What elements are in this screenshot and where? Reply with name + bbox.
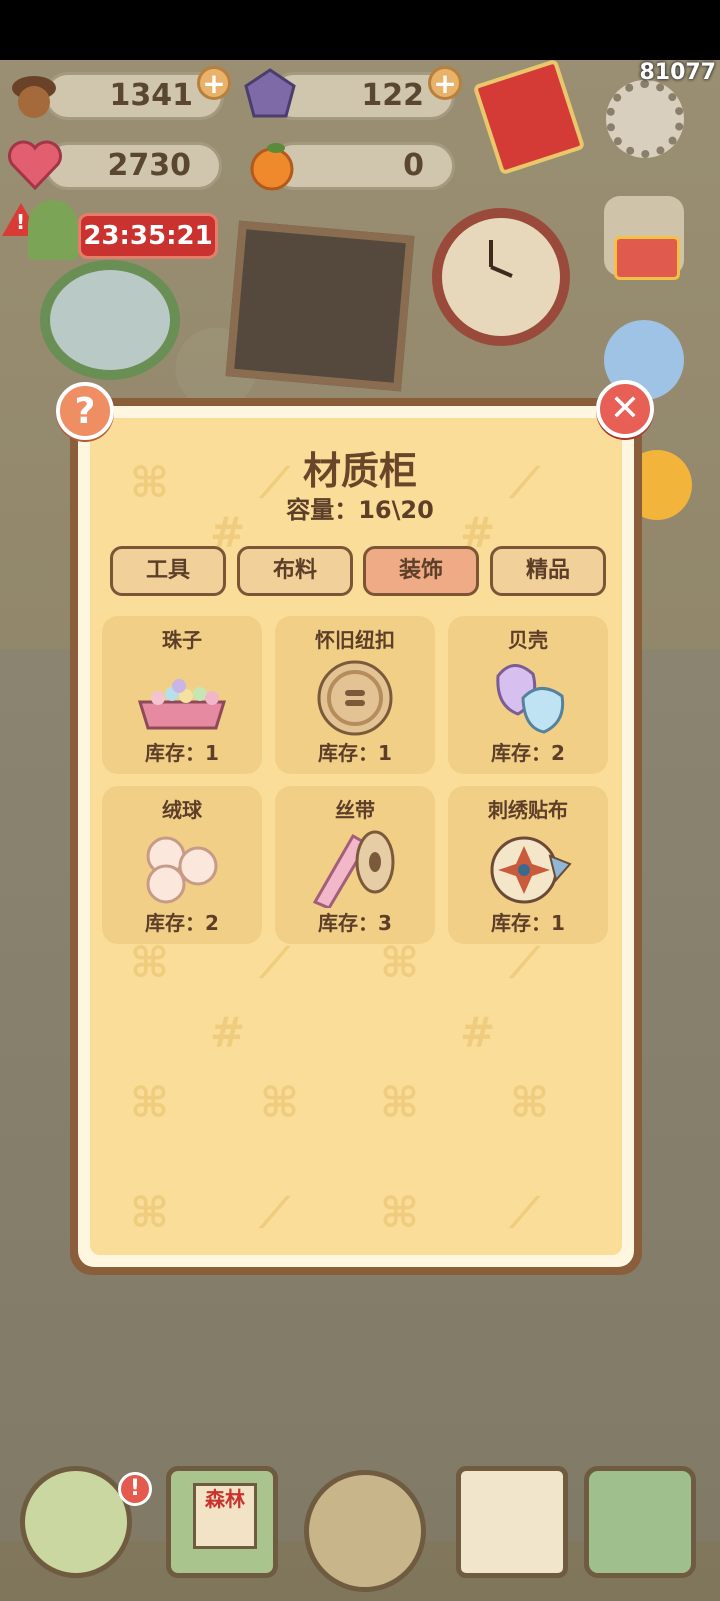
needle-watermark-icon: ⟋ [510, 938, 540, 987]
tab-premium[interactable]: 精品 [490, 546, 606, 596]
world-map-button[interactable] [584, 1466, 696, 1578]
cork-board-decoration [225, 220, 415, 392]
notebook-card: 森林 [193, 1483, 257, 1549]
character-center-button[interactable] [304, 1470, 426, 1592]
capacity-label: 容量：16\20 [286, 496, 434, 524]
item-card-shell[interactable]: 贝壳 库存：2 [448, 616, 608, 774]
scroll-watermark-icon: ⌘ [130, 1188, 169, 1237]
clock-face-icon [489, 240, 513, 278]
fps-counter: 81077 [639, 60, 716, 85]
wall-clock-decoration [432, 208, 570, 346]
pompom-icon [146, 836, 218, 904]
home-treehouse-button[interactable] [20, 1466, 132, 1578]
item-card-pompom[interactable]: 绒球 库存：2 [102, 786, 262, 944]
treehouse-icon[interactable] [28, 200, 78, 260]
sloth-gift-icon[interactable] [604, 196, 684, 280]
item-name: 刺绣贴布 [488, 798, 568, 822]
item-card-beads[interactable]: 珠子 库存：1 [102, 616, 262, 774]
hash-watermark-icon: # [460, 1008, 496, 1057]
status-bar [0, 0, 720, 60]
hash-watermark-icon: # [210, 1008, 246, 1057]
scroll-watermark-icon: ⌘ [380, 938, 419, 987]
needle-watermark-icon: ⟋ [260, 1188, 290, 1237]
vintage-button-icon [317, 660, 393, 736]
item-name: 珠子 [162, 628, 202, 652]
help-button[interactable]: ? [56, 382, 114, 440]
item-stock: 库存：1 [145, 741, 219, 765]
floral-wreath-decoration [40, 260, 180, 380]
tab-fabric[interactable]: 布料 [237, 546, 353, 596]
needle-watermark-icon: ⟋ [510, 1188, 540, 1237]
tab-tools[interactable]: 工具 [110, 546, 226, 596]
heart-counter: 2730 [44, 142, 222, 190]
roll-watermark-icon: ⌘ [510, 1078, 549, 1127]
orange-fruit-icon [246, 140, 298, 199]
beads-tray-icon [137, 679, 227, 730]
item-stock: 库存：1 [491, 911, 565, 935]
needle-watermark-icon: ⟋ [260, 938, 290, 987]
item-name: 丝带 [335, 798, 375, 822]
letter-envelope-button[interactable]: 森林 [166, 1466, 278, 1578]
item-stock: 库存：2 [145, 911, 219, 935]
item-card-vintage-button[interactable]: 怀旧纽扣 库存：1 [275, 616, 435, 774]
acorn-icon [6, 66, 62, 129]
spool-watermark-icon: ⌘ [130, 1078, 169, 1127]
heart-icon [6, 138, 64, 199]
event-timer: 23:35:21 [78, 213, 218, 259]
gift-box-icon [614, 236, 680, 280]
spool-watermark-icon: ⌘ [380, 1078, 419, 1127]
item-name: 怀旧纽扣 [315, 628, 395, 652]
clipboard-tasks-button[interactable] [456, 1466, 568, 1578]
dialog-title: 材质柜 [302, 449, 417, 493]
item-name: 贝壳 [508, 628, 548, 652]
gear-icon[interactable] [606, 80, 684, 158]
item-stock: 库存：2 [491, 741, 565, 765]
crystal-gem-icon [242, 66, 298, 129]
tab-decoration[interactable]: 装饰 [363, 546, 479, 596]
item-card-ribbon[interactable]: 丝带 库存：3 [275, 786, 435, 944]
roll-watermark-icon: ⌘ [260, 1078, 299, 1127]
item-stock: 库存：3 [318, 911, 392, 935]
scroll-watermark-icon: ⌘ [130, 938, 169, 987]
scroll-watermark-icon: ⌘ [380, 1188, 419, 1237]
embroidery-patch-icon [490, 836, 572, 904]
add-gems-button[interactable]: + [428, 66, 462, 100]
close-button[interactable]: ✕ [596, 380, 654, 438]
warning-mark: ! [16, 210, 26, 234]
item-name: 绒球 [162, 798, 202, 822]
ribbon-spool-icon [312, 830, 395, 908]
item-stock: 库存：1 [318, 741, 392, 765]
seashell-icon [496, 664, 565, 734]
notification-badge: ! [118, 1472, 152, 1506]
item-card-embroidery-patch[interactable]: 刺绣贴布 库存：1 [448, 786, 608, 944]
add-acorns-button[interactable]: + [197, 66, 231, 100]
